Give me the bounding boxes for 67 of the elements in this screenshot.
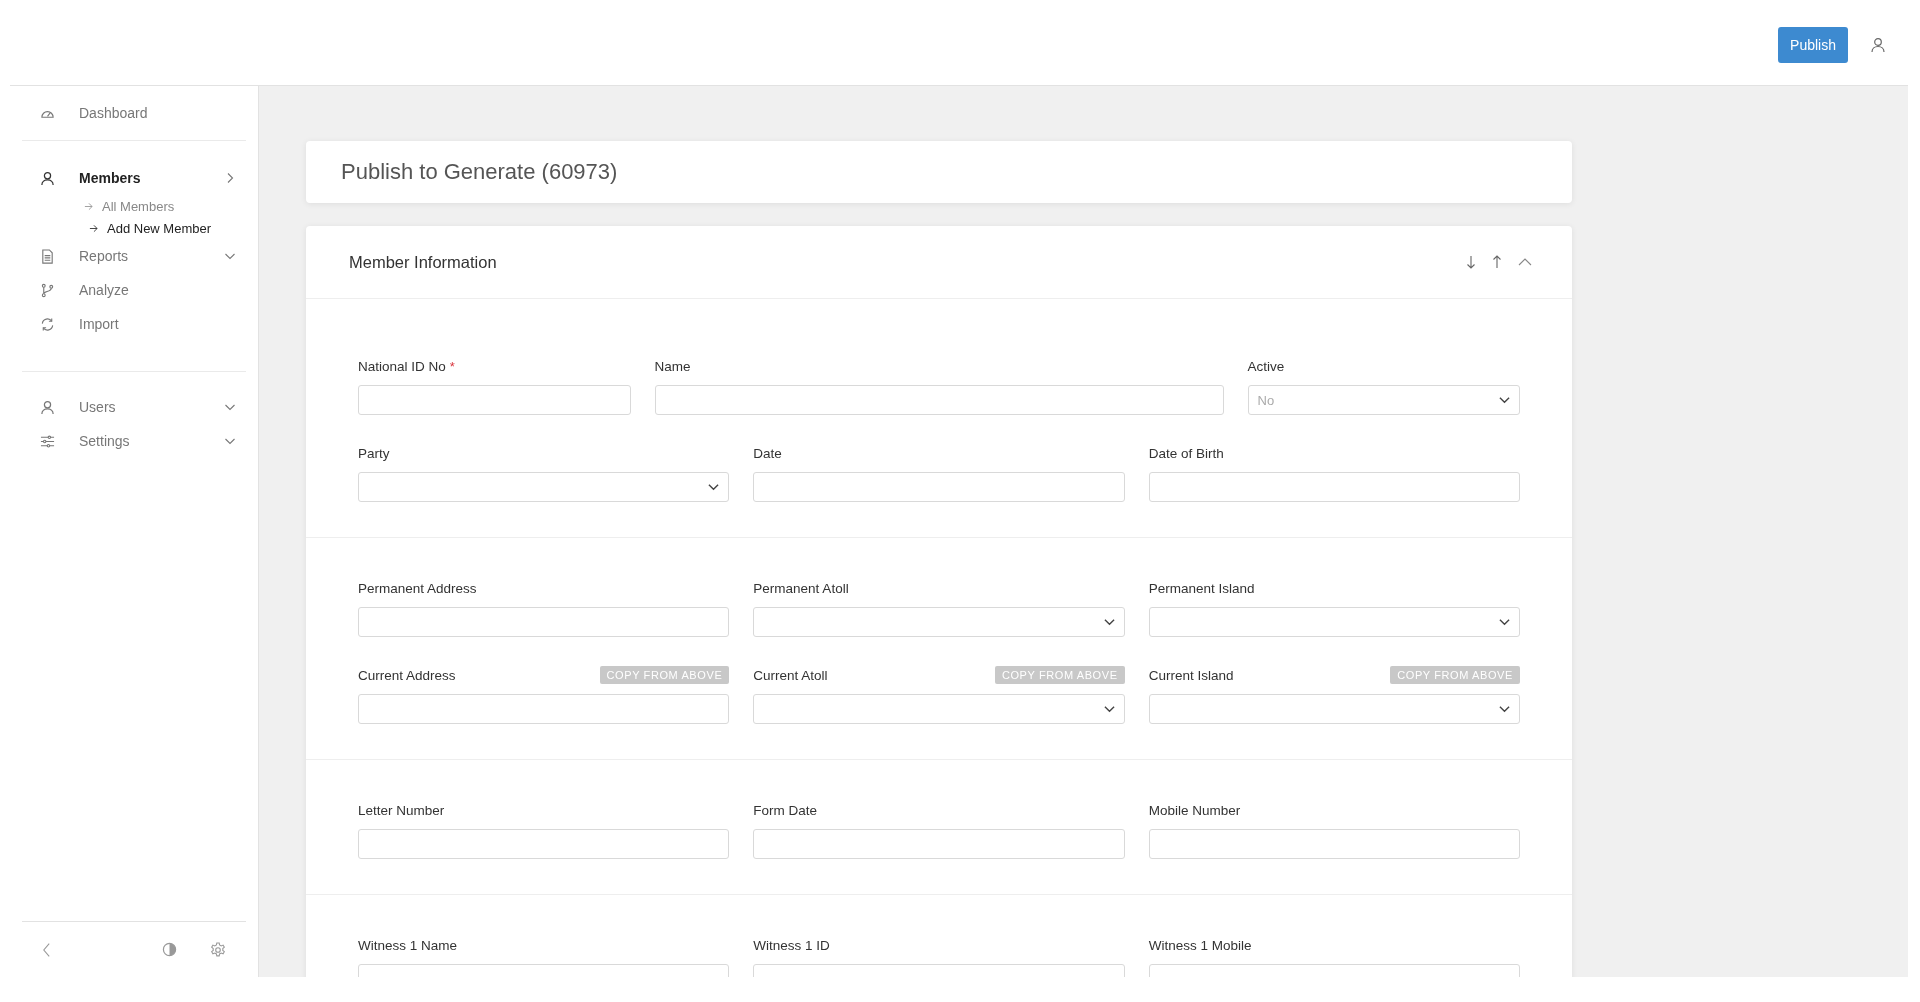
field-label: Mobile Number [1148,802,1241,818]
page-title: Publish to Generate (60973) [341,159,618,185]
text-field[interactable] [1148,472,1520,502]
select-field[interactable]: No [1247,385,1520,415]
text-field[interactable] [654,385,1224,415]
user-icon[interactable] [1870,36,1886,53]
text-field[interactable] [358,385,631,415]
field-label: Permanent Address [358,580,477,596]
chevron-left-icon[interactable] [42,941,51,958]
contrast-icon[interactable] [162,942,177,957]
select-field[interactable] [358,472,730,502]
chevron-down-icon [1499,618,1510,626]
field-label: Date of Birth [1148,445,1224,461]
text-field[interactable] [1148,829,1520,859]
arrow-up-icon[interactable] [1492,255,1502,269]
select-field[interactable] [1148,607,1520,637]
text-field[interactable] [358,607,730,637]
sidebar-subitem[interactable]: All Members [22,195,246,217]
chevron-down-icon [1103,705,1115,713]
sidebar-item[interactable]: Import [22,307,246,341]
chevron-down-icon [708,483,720,491]
field-label: Letter Number [358,802,445,818]
field-label: Current Address [358,667,456,683]
sidebar-subitem[interactable]: Add New Member [22,217,246,239]
field-label: Form Date [753,802,818,818]
nav-icon [40,282,55,298]
select-field[interactable] [753,607,1125,637]
field-label: Permanent Island [1148,580,1255,596]
text-field[interactable] [358,829,730,859]
field-label: Permanent Atoll [753,580,849,596]
field-label: Witness 1 Name [358,937,458,953]
settings-icon[interactable] [210,941,226,958]
field-label: Witness 1 ID [753,937,830,953]
text-field[interactable] [358,694,730,724]
select-field[interactable] [753,694,1125,724]
arrow-right-icon [84,201,93,211]
chevron-down-icon [1103,618,1115,626]
form-title: Member Information [349,252,498,272]
nav-icon [40,399,55,415]
arrow-down-icon[interactable] [1466,255,1476,269]
field-label: Current Atoll [753,667,828,683]
field-label: Current Island [1148,667,1234,683]
sidebar-item[interactable]: Dashboard [22,96,246,130]
sidebar-item[interactable]: Settings [22,424,246,458]
select-field[interactable] [1148,694,1520,724]
chevron-down-icon [1499,396,1510,404]
nav-icon [40,433,55,449]
text-field[interactable] [753,472,1125,502]
field-label: Active [1247,358,1285,374]
nav-icon [40,170,55,186]
text-field[interactable] [753,829,1125,859]
field-label: Date [753,445,782,461]
nav-icon [40,316,55,332]
nav-icon [40,248,55,264]
sidebar-item[interactable]: Reports [22,239,246,273]
field-label: Name [654,358,691,374]
sidebar-item[interactable]: Members [22,161,246,195]
field-label: Party [358,445,390,461]
field-label: Witness 1 Mobile [1148,937,1252,953]
sidebar-item[interactable]: Users [22,390,246,424]
publish-button[interactable]: Publish [1778,26,1848,63]
required-mark: * [449,358,455,374]
arrow-right-icon [89,223,98,233]
sidebar-item[interactable]: Analyze [22,273,246,307]
chevron-down-icon [1499,705,1510,713]
chevron-up-icon[interactable] [1518,257,1532,267]
field-label: National ID No [358,358,446,374]
